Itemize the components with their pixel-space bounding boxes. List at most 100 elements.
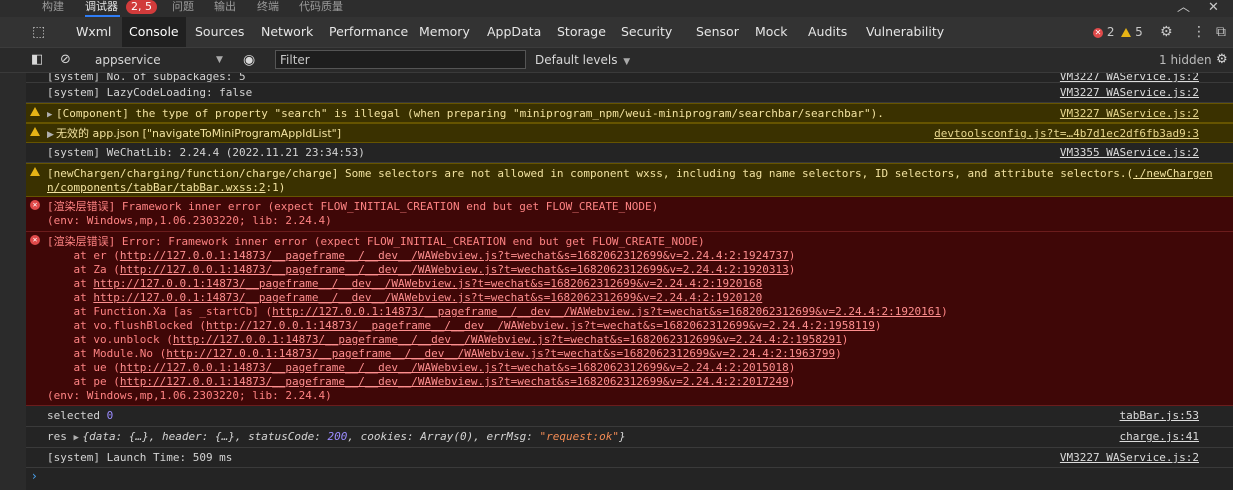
log-source-link[interactable]: charge.js:41 xyxy=(1120,430,1199,444)
tab-sources[interactable]: Sources xyxy=(195,17,244,47)
source-link[interactable]: ./newChargen xyxy=(1133,167,1212,180)
filter-input[interactable] xyxy=(275,50,526,69)
log-env: (env: Windows,mp,1.06.2303220; lib: 2.24… xyxy=(47,214,332,227)
tab-mock[interactable]: Mock xyxy=(755,17,788,47)
stack-frame: at Function.Xa [as _startCb] (http://127… xyxy=(47,305,948,318)
panel-header: 构建 调试器 2, 5 问题 输出 终端 代码质量 ︿ ✕ xyxy=(0,0,1233,17)
tab-code-quality[interactable]: 代码质量 xyxy=(299,0,343,13)
tab-appdata[interactable]: AppData xyxy=(487,17,541,47)
log-row: selected 0 tabBar.js:53 xyxy=(26,406,1233,427)
log-row: [system] WeChatLib: 2.24.4 (2022.11.21 2… xyxy=(26,143,1233,163)
warning-triangle-icon xyxy=(1121,28,1132,37)
stack-frame-link[interactable]: http://127.0.0.1:14873/__pageframe__/__d… xyxy=(272,305,941,318)
context-selector[interactable]: appservice xyxy=(95,48,161,72)
log-row: [system] Launch Time: 509 ms VM3227 WASe… xyxy=(26,448,1233,468)
more-vertical-icon[interactable]: ⋮ xyxy=(1192,17,1206,47)
sidebar-toggle-icon[interactable]: ◧ xyxy=(31,48,43,72)
expand-triangle-icon[interactable]: ▶ xyxy=(47,108,56,122)
stack-frame-link[interactable]: http://127.0.0.1:14873/__pageframe__/__d… xyxy=(93,291,762,304)
log-message: ▶ [Component] the type of property "searc… xyxy=(47,107,884,122)
chevron-down-icon: ▼ xyxy=(623,57,631,67)
tab-output[interactable]: 输出 xyxy=(214,0,236,13)
console-toolbar: ◧ ⊘ appservice ▼ ◉ Default levels ▼ 1 hi… xyxy=(0,48,1233,73)
stack-frame: at vo.unblock (http://127.0.0.1:14873/__… xyxy=(47,333,849,346)
console-prompt-icon[interactable]: › xyxy=(32,469,37,483)
tab-terminal[interactable]: 终端 xyxy=(257,0,279,13)
hidden-count: 1 hidden xyxy=(1159,53,1212,67)
context-selector-value: appservice xyxy=(95,53,161,67)
stack-frame: at Za (http://127.0.0.1:14873/__pagefram… xyxy=(47,263,796,276)
tab-build[interactable]: 构建 xyxy=(42,0,64,13)
devtools-tabbar: ⬚ Wxml Console Sources Network Performan… xyxy=(0,17,1233,48)
stack-frame-link[interactable]: http://127.0.0.1:14873/__pageframe__/__d… xyxy=(93,277,762,290)
stack-frame-link[interactable]: http://127.0.0.1:14873/__pageframe__/__d… xyxy=(120,361,789,374)
log-message-cont: n/components/tabBar/tabBar.wxss:2:1) xyxy=(47,181,286,194)
log-message: [渲染层错误] Error: Framework inner error (ex… xyxy=(47,235,705,248)
log-levels-dropdown[interactable]: Default levels ▼ xyxy=(535,48,630,72)
close-icon[interactable]: ✕ xyxy=(1208,0,1219,15)
log-row: [system] LazyCodeLoading: false VM3227 W… xyxy=(26,83,1233,103)
error-circle-icon: ✕ xyxy=(1093,27,1103,38)
expand-triangle-icon[interactable]: ▶ xyxy=(74,431,83,445)
error-row: ✕ [渲染层错误] Error: Framework inner error (… xyxy=(26,232,1233,406)
stack-frame: at http://127.0.0.1:14873/__pageframe__/… xyxy=(47,277,763,290)
object-preview[interactable]: {data: {…}, header: {…}, statusCode: 200… xyxy=(83,430,626,443)
tab-memory[interactable]: Memory xyxy=(419,17,470,47)
warning-icon xyxy=(30,107,40,116)
log-source-link[interactable]: tabBar.js:53 xyxy=(1120,409,1199,423)
log-source-link[interactable]: VM3355 WAService.js:2 xyxy=(1060,146,1199,160)
error-row: ✕ [渲染层错误] Framework inner error (expect … xyxy=(26,197,1233,232)
stack-frame: at Module.No (http://127.0.0.1:14873/__p… xyxy=(47,347,842,360)
eye-icon[interactable]: ◉ xyxy=(243,48,255,72)
log-message: [system] LazyCodeLoading: false xyxy=(47,86,253,99)
log-levels-value: Default levels xyxy=(535,53,618,67)
tab-performance[interactable]: Performance xyxy=(329,17,408,47)
error-icon: ✕ xyxy=(30,235,40,245)
log-env: (env: Windows,mp,1.06.2303220; lib: 2.24… xyxy=(47,389,332,402)
log-row: res ▶ {data: {…}, header: {…}, statusCode… xyxy=(26,427,1233,448)
log-source-link[interactable]: VM3227 WAService.js:2 xyxy=(1060,451,1199,465)
warning-icon xyxy=(30,167,40,176)
warning-row: ▶ 无效的 app.json ["navigateToMiniProgramApp… xyxy=(26,123,1233,143)
tab-wxml[interactable]: Wxml xyxy=(76,17,111,47)
tab-security[interactable]: Security xyxy=(621,17,672,47)
console-messages[interactable]: [system] No. of subpackages: 5 VM3227 WA… xyxy=(0,73,1233,490)
warning-count: 5 xyxy=(1135,25,1143,39)
stack-frame-link[interactable]: http://127.0.0.1:14873/__pageframe__/__d… xyxy=(120,249,789,262)
tab-problems[interactable]: 问题 xyxy=(172,0,194,13)
tab-audits[interactable]: Audits xyxy=(808,17,847,47)
debugger-badge: 2, 5 xyxy=(126,0,157,14)
stack-frame-link[interactable]: http://127.0.0.1:14873/__pageframe__/__d… xyxy=(120,375,789,388)
stack-frame-link[interactable]: http://127.0.0.1:14873/__pageframe__/__d… xyxy=(120,263,789,276)
tab-debugger[interactable]: 调试器 xyxy=(85,0,120,17)
log-row: [system] No. of subpackages: 5 VM3227 WA… xyxy=(26,73,1233,83)
chevron-up-icon[interactable]: ︿ xyxy=(1177,0,1190,15)
warning-row: ▶ [Component] the type of property "searc… xyxy=(26,103,1233,123)
gear-icon[interactable]: ⚙ xyxy=(1216,48,1228,72)
tab-vulnerability[interactable]: Vulnerability xyxy=(866,17,944,47)
log-source-link[interactable]: VM3227 WAService.js:2 xyxy=(1060,107,1199,121)
inspect-element-icon[interactable]: ⬚ xyxy=(32,17,45,47)
clear-console-icon[interactable]: ⊘ xyxy=(60,48,71,72)
error-count: 2 xyxy=(1106,25,1115,39)
log-source-link[interactable]: devtoolsconfig.js?t=…4b7d1ec2df6fb3ad9:3 xyxy=(934,127,1199,141)
tab-storage[interactable]: Storage xyxy=(557,17,606,47)
warning-icon xyxy=(30,127,40,136)
tab-sensor[interactable]: Sensor xyxy=(696,17,739,47)
gear-icon[interactable]: ⚙ xyxy=(1160,17,1173,47)
stack-frame: at vo.flushBlocked (http://127.0.0.1:148… xyxy=(47,319,882,332)
error-count-badge[interactable]: ✕ 2 5 xyxy=(1093,17,1143,47)
dock-side-icon[interactable]: ⧉ xyxy=(1216,17,1226,47)
expand-triangle-icon[interactable]: ▶ xyxy=(47,128,56,142)
log-message: selected 0 xyxy=(47,409,114,422)
chevron-down-icon[interactable]: ▼ xyxy=(216,48,223,72)
source-link[interactable]: n/components/tabBar/tabBar.wxss:2 xyxy=(47,181,266,194)
tab-network[interactable]: Network xyxy=(261,17,313,47)
stack-frame-link[interactable]: http://127.0.0.1:14873/__pageframe__/__d… xyxy=(166,347,835,360)
log-message: [system] Launch Time: 509 ms xyxy=(47,451,233,464)
log-source-link[interactable]: VM3227 WAService.js:2 xyxy=(1060,86,1199,100)
tab-console[interactable]: Console xyxy=(122,17,186,47)
stack-frame-link[interactable]: http://127.0.0.1:14873/__pageframe__/__d… xyxy=(206,319,875,332)
log-message: [system] WeChatLib: 2.24.4 (2022.11.21 2… xyxy=(47,146,365,159)
stack-frame-link[interactable]: http://127.0.0.1:14873/__pageframe__/__d… xyxy=(173,333,842,346)
